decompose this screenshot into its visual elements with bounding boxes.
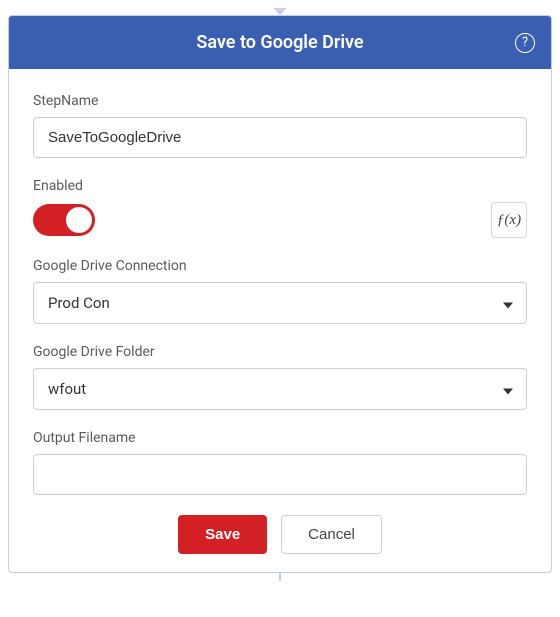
- cancel-button[interactable]: Cancel: [281, 515, 382, 554]
- card-title: Save to Google Drive: [196, 32, 363, 53]
- folder-select[interactable]: wfout: [33, 368, 527, 410]
- card-header: Save to Google Drive ?: [9, 16, 551, 69]
- step-name-label: StepName: [33, 93, 527, 109]
- connector-line-bottom: [279, 573, 281, 581]
- folder-select-wrapper: wfout: [33, 368, 527, 410]
- connection-select-wrapper: Prod Con: [33, 282, 527, 324]
- enabled-toggle[interactable]: [33, 204, 95, 236]
- folder-label: Google Drive Folder: [33, 344, 527, 360]
- fx-button[interactable]: ƒ(x): [491, 202, 527, 238]
- toggle-knob: [66, 207, 92, 233]
- field-connection: Google Drive Connection Prod Con: [33, 258, 527, 324]
- button-row: Save Cancel: [33, 515, 527, 554]
- output-filename-label: Output Filename: [33, 430, 527, 446]
- enabled-row: ƒ(x): [33, 202, 527, 238]
- connector-arrow-down-icon: [273, 8, 287, 15]
- connection-label: Google Drive Connection: [33, 258, 527, 274]
- field-enabled: Enabled ƒ(x): [33, 178, 527, 238]
- save-button[interactable]: Save: [178, 515, 267, 554]
- connection-select[interactable]: Prod Con: [33, 282, 527, 324]
- enabled-label: Enabled: [33, 178, 527, 194]
- card-body: StepName Enabled ƒ(x) Google Drive Conne…: [9, 69, 551, 572]
- step-card: Save to Google Drive ? StepName Enabled …: [8, 15, 552, 573]
- field-output-filename: Output Filename: [33, 430, 527, 495]
- step-name-input[interactable]: [33, 117, 527, 158]
- help-icon[interactable]: ?: [515, 33, 535, 53]
- field-step-name: StepName: [33, 93, 527, 158]
- field-folder: Google Drive Folder wfout: [33, 344, 527, 410]
- output-filename-input[interactable]: [33, 454, 527, 495]
